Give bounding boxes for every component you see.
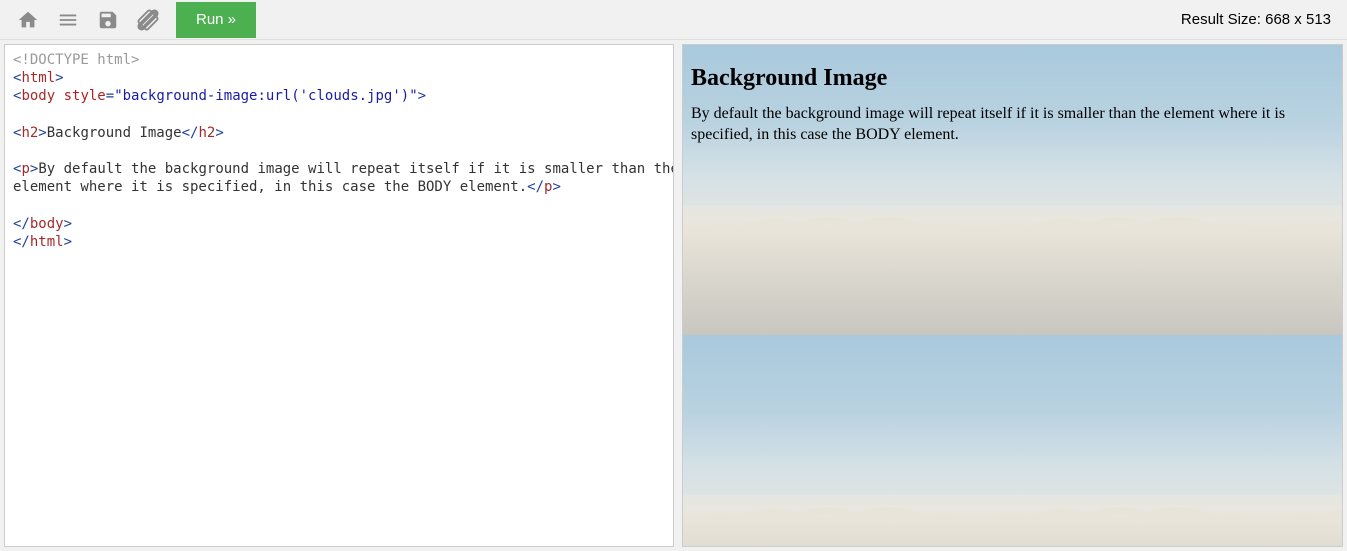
code-token: > bbox=[552, 179, 560, 195]
code-token: body bbox=[30, 216, 64, 232]
code-token: element where it is specified, in this c… bbox=[13, 179, 527, 195]
result-heading: Background Image bbox=[691, 65, 1334, 92]
result-size-text: Result Size: bbox=[1181, 11, 1261, 28]
code-editor[interactable]: <!DOCTYPE html> <html> <body style="back… bbox=[4, 44, 674, 547]
result-size-label: Result Size: 668 x 513 bbox=[1181, 11, 1339, 28]
code-token: > bbox=[38, 125, 46, 141]
run-button[interactable]: Run » bbox=[176, 2, 256, 38]
code-token: h2 bbox=[21, 125, 38, 141]
code-token: </ bbox=[527, 179, 544, 195]
code-token: p bbox=[21, 161, 29, 177]
code-token: > bbox=[215, 125, 223, 141]
code-token: html bbox=[30, 234, 64, 250]
toolbar: Run » Result Size: 668 x 513 bbox=[0, 0, 1347, 40]
result-size-value: 668 x 513 bbox=[1265, 11, 1331, 28]
code-token: "background-image:url('clouds.jpg')" bbox=[114, 88, 417, 104]
pane-splitter[interactable] bbox=[674, 40, 682, 551]
code-token: </ bbox=[13, 234, 30, 250]
result-content: Background Image By default the backgrou… bbox=[683, 45, 1342, 546]
code-token: </ bbox=[182, 125, 199, 141]
code-token: > bbox=[64, 216, 72, 232]
code-token: style bbox=[64, 88, 106, 104]
code-token: By default the background image will rep… bbox=[38, 161, 674, 177]
rotate-icon[interactable] bbox=[128, 0, 168, 40]
menu-icon[interactable] bbox=[48, 0, 88, 40]
code-doctype: <!DOCTYPE html> bbox=[13, 52, 139, 68]
code-token: > bbox=[64, 234, 72, 250]
code-token: = bbox=[106, 88, 114, 104]
code-token: h2 bbox=[198, 125, 215, 141]
code-token: Background Image bbox=[47, 125, 182, 141]
main-area: <!DOCTYPE html> <html> <body style="back… bbox=[0, 40, 1347, 551]
result-pane: Background Image By default the backgrou… bbox=[682, 44, 1343, 547]
result-paragraph: By default the background image will rep… bbox=[691, 104, 1334, 146]
code-token: body bbox=[21, 88, 55, 104]
save-icon[interactable] bbox=[88, 0, 128, 40]
code-token: html bbox=[21, 70, 55, 86]
code-token: > bbox=[418, 88, 426, 104]
code-token: > bbox=[55, 70, 63, 86]
code-token: </ bbox=[13, 216, 30, 232]
home-icon[interactable] bbox=[8, 0, 48, 40]
